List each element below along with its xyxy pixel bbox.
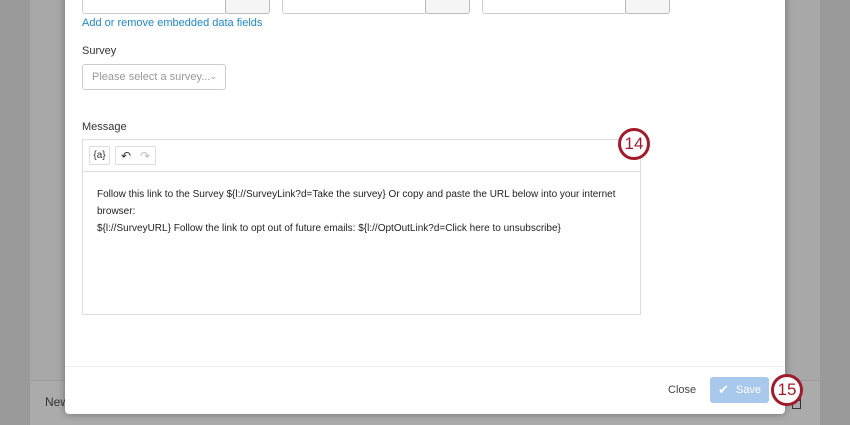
embedded-field-button-3[interactable] [625, 0, 670, 14]
message-body[interactable]: Follow this link to the Survey ${l://Sur… [83, 172, 640, 251]
message-editor[interactable]: {a} ↶ ↷ Follow this link to the Survey $… [82, 139, 641, 315]
message-line-1: Follow this link to the Survey ${l://Sur… [97, 189, 616, 217]
callout-15: 15 [771, 374, 803, 406]
checkmark-icon: ✔ [718, 382, 729, 397]
save-button[interactable]: ✔ Save [710, 377, 769, 403]
embedded-data-link[interactable]: Add or remove embedded data fields [82, 17, 262, 29]
redo-icon[interactable]: ↷ [140, 149, 150, 163]
message-line-2: ${l://SurveyURL} Follow the link to opt … [97, 223, 561, 234]
close-button[interactable]: Close [668, 384, 696, 396]
callout-14: 14 [618, 128, 650, 160]
undo-redo-group: ↶ ↷ [115, 146, 156, 165]
survey-placeholder: Please select a survey... [92, 71, 211, 83]
embedded-field-name-1[interactable] [82, 0, 227, 14]
modal: Add or remove embedded data fields Surve… [65, 0, 785, 414]
survey-label: Survey [82, 45, 117, 57]
embedded-field-button-1[interactable] [225, 0, 270, 14]
save-label: Save [735, 384, 761, 396]
chevron-down-icon: ⌄ [209, 71, 217, 81]
modal-footer-divider [65, 366, 785, 367]
message-label: Message [82, 121, 127, 133]
embedded-field-name-2[interactable] [282, 0, 427, 14]
piped-text-button[interactable]: {a} [89, 146, 110, 165]
embedded-field-button-2[interactable] [425, 0, 470, 14]
embedded-field-name-3[interactable] [482, 0, 627, 14]
survey-select[interactable]: Please select a survey... ⌄ [82, 64, 226, 90]
editor-toolbar: {a} ↶ ↷ [83, 140, 640, 172]
undo-icon[interactable]: ↶ [121, 149, 131, 163]
